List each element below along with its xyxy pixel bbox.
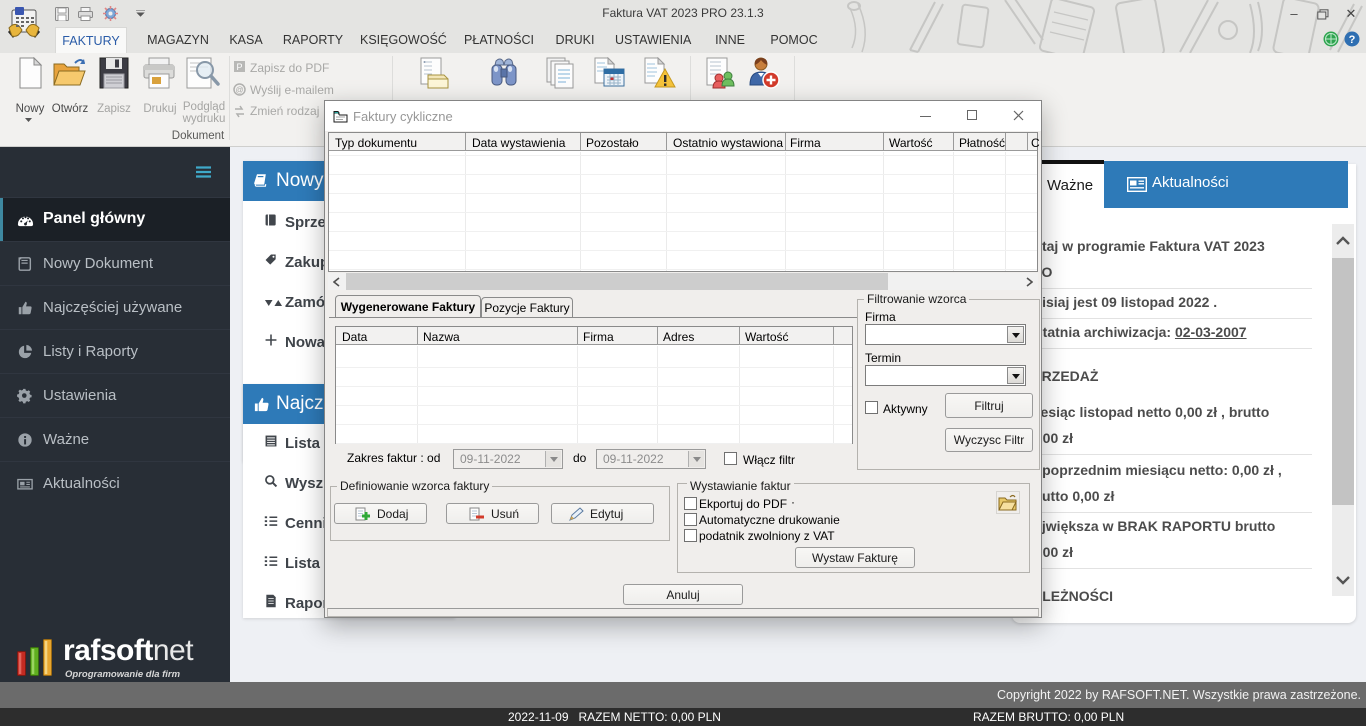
svg-text:@: @ (235, 86, 243, 95)
svg-text:?: ? (1349, 34, 1356, 46)
svg-text:P: P (236, 62, 242, 72)
